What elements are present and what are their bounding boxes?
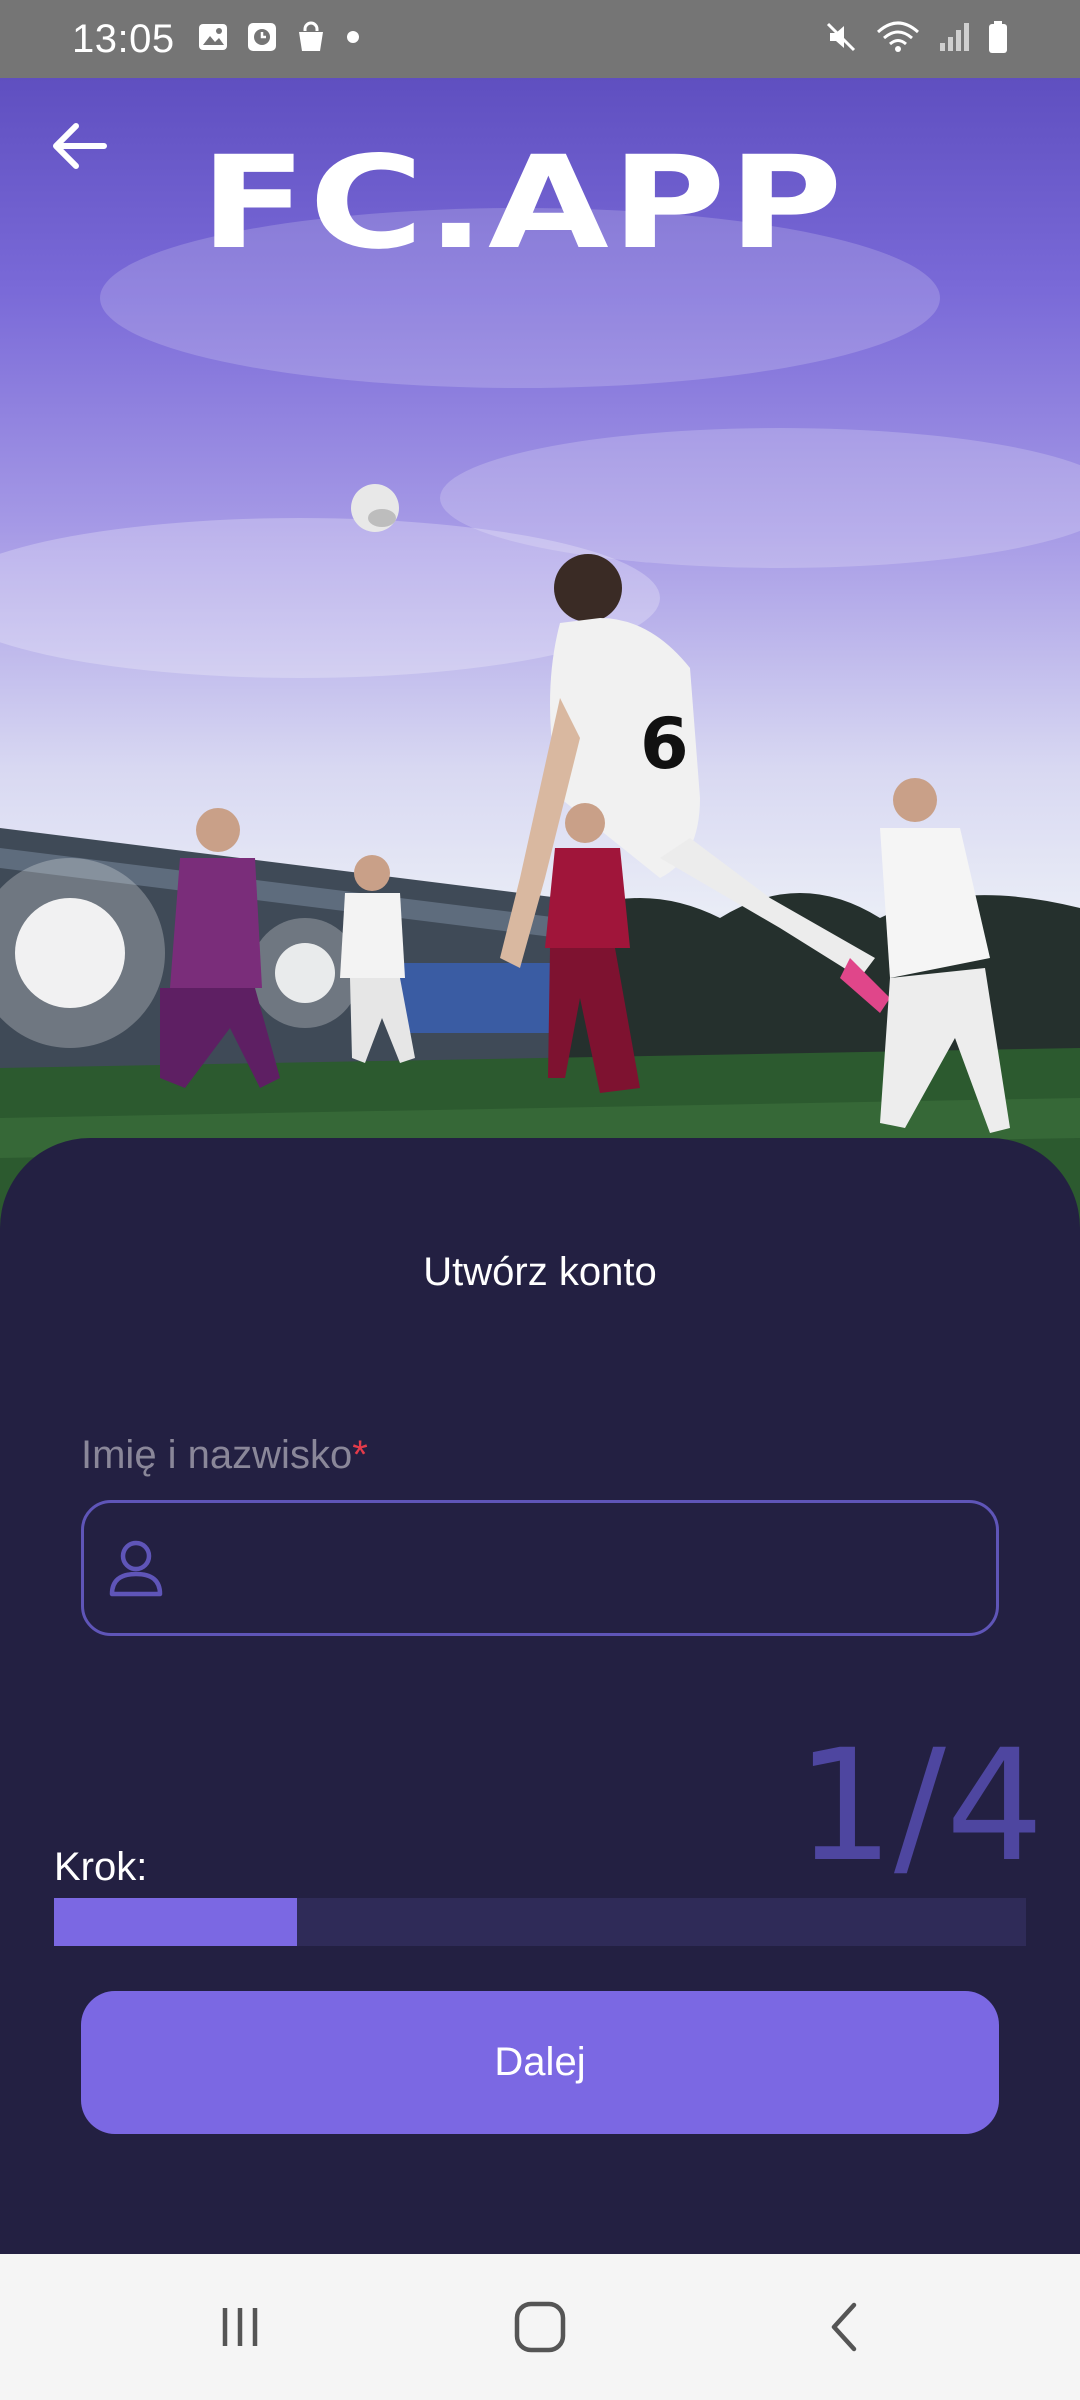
- status-right-icons: [824, 20, 1008, 59]
- name-input-container[interactable]: [81, 1500, 999, 1636]
- name-field-label-text: Imię i nazwisko: [81, 1433, 353, 1477]
- shopping-bag-icon: [295, 21, 327, 58]
- step-counter: 1/4: [796, 1717, 1044, 1896]
- svg-text:6: 6: [640, 703, 689, 785]
- app-logo: FC.APP: [200, 129, 845, 278]
- back-button[interactable]: [44, 110, 116, 182]
- gallery-icon: [197, 21, 229, 58]
- user-icon: [109, 1540, 163, 1597]
- home-button[interactable]: [440, 2254, 640, 2400]
- next-button[interactable]: Dalej: [81, 1991, 999, 2134]
- battery-icon: [988, 20, 1008, 59]
- arrow-left-icon: [53, 123, 107, 169]
- system-back-button[interactable]: [745, 2254, 945, 2400]
- name-input[interactable]: [164, 1503, 996, 1633]
- home-icon: [514, 2301, 566, 2353]
- signal-icon: [938, 21, 970, 58]
- status-time: 13:05: [72, 16, 175, 61]
- status-left-icons: [197, 21, 361, 58]
- screen: 13:05 6 FC.APP Utwórz konto Imię i nazwi…: [0, 0, 1080, 2400]
- back-icon: [831, 2302, 857, 2352]
- navigation-bar: [0, 2254, 1080, 2400]
- clock-app-icon: [247, 21, 277, 58]
- dot-icon: [345, 29, 361, 50]
- step-label: Krok:: [54, 1845, 148, 1889]
- mute-icon: [824, 20, 858, 59]
- recents-icon: [222, 2308, 258, 2346]
- step-progress-bar: [54, 1898, 1026, 1946]
- wifi-icon: [876, 20, 920, 59]
- status-bar: 13:05: [0, 0, 1080, 78]
- step-progress-fill: [54, 1898, 297, 1946]
- form-title: Utwórz konto: [423, 1250, 657, 1294]
- recents-button[interactable]: [140, 2254, 340, 2400]
- required-mark: *: [352, 1433, 368, 1477]
- name-field-label: Imię i nazwisko*: [81, 1433, 368, 1478]
